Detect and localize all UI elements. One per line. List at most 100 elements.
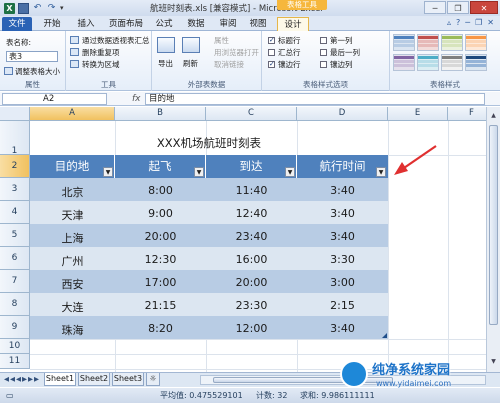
row-header-3[interactable]: 3 <box>0 178 30 201</box>
table-cell[interactable]: 20:00 <box>115 230 206 243</box>
tab-data[interactable]: 数据 <box>182 17 210 31</box>
table-cell[interactable]: 21:15 <box>115 299 206 312</box>
pivot-summary-button[interactable]: 通过数据透视表汇总 <box>82 35 150 46</box>
table-resize-handle[interactable] <box>382 333 387 338</box>
table-name-input[interactable]: 表3 <box>6 51 58 62</box>
table-cell[interactable]: 3:40 <box>297 184 388 197</box>
table-cell[interactable]: 16:00 <box>206 253 297 266</box>
properties-button[interactable]: 属性 <box>214 35 229 46</box>
table-cell[interactable]: 广州 <box>30 253 115 269</box>
filter-dropdown-icon[interactable]: ▼ <box>285 167 295 177</box>
tab-review[interactable]: 审阅 <box>214 17 242 31</box>
table-cell[interactable]: 3:00 <box>297 276 388 289</box>
row-header-4[interactable]: 4 <box>0 201 30 224</box>
sheet-tab-2[interactable]: Sheet2 <box>78 373 110 386</box>
select-all-corner[interactable] <box>0 107 30 121</box>
filter-dropdown-icon[interactable]: ▼ <box>103 167 113 177</box>
column-header-a[interactable]: A <box>30 107 115 121</box>
doc-close-icon[interactable]: ✕ <box>487 18 494 27</box>
table-style-swatch[interactable] <box>465 54 487 71</box>
table-style-swatch[interactable] <box>393 34 415 51</box>
table-cell[interactable]: 大连 <box>30 299 115 315</box>
vertical-scrollbar[interactable]: ▲ ▼ <box>486 107 500 372</box>
table-cell[interactable]: 23:30 <box>206 299 297 312</box>
export-button[interactable]: 导出 <box>158 58 173 69</box>
table-cell[interactable]: 3:30 <box>297 253 388 266</box>
undo-icon[interactable]: ↶ <box>32 3 43 14</box>
sheet-nav-arrows-icon[interactable]: ◀◀◀▶▶▶ <box>4 375 40 383</box>
minimize-button[interactable]: ─ <box>424 1 446 14</box>
table-style-swatch[interactable] <box>417 34 439 51</box>
banded-columns-checkbox[interactable] <box>320 61 327 68</box>
help-icon[interactable]: ? <box>456 18 460 27</box>
table-cell[interactable]: 11:40 <box>206 184 297 197</box>
scroll-up-icon[interactable]: ▲ <box>489 111 498 120</box>
excel-logo-icon[interactable]: X <box>4 2 15 14</box>
table-cell[interactable]: 上海 <box>30 230 115 246</box>
table-cell[interactable]: 12:40 <box>206 207 297 220</box>
redo-icon[interactable]: ↷ <box>46 3 57 14</box>
table-cell[interactable]: 8:20 <box>115 322 206 335</box>
table-style-swatch[interactable] <box>441 34 463 51</box>
table-cell[interactable]: 天津 <box>30 207 115 223</box>
unlink-button[interactable]: 取消链接 <box>214 59 244 70</box>
table-style-swatch[interactable] <box>417 54 439 71</box>
row-header-10[interactable]: 10 <box>0 339 30 354</box>
table-cell[interactable]: 20:00 <box>206 276 297 289</box>
table-header-cell[interactable]: 起飞 <box>115 155 206 178</box>
table-cell[interactable]: 3:40 <box>297 230 388 243</box>
row-header-7[interactable]: 7 <box>0 270 30 293</box>
total-row-checkbox[interactable] <box>268 49 275 56</box>
table-cell[interactable]: 12:00 <box>206 322 297 335</box>
doc-restore-icon[interactable]: ❐ <box>475 18 482 27</box>
open-in-browser-button[interactable]: 用浏览器打开 <box>214 47 259 58</box>
row-header-6[interactable]: 6 <box>0 247 30 270</box>
sheet-title[interactable]: XXX机场航班时刻表 <box>30 135 388 151</box>
banded-rows-checkbox[interactable]: ✓ <box>268 61 275 68</box>
resize-table-button[interactable]: 调整表格大小 <box>15 66 60 77</box>
name-box[interactable]: A2 <box>2 93 107 105</box>
remove-duplicates-button[interactable]: 删除重复项 <box>82 47 120 58</box>
tab-insert[interactable]: 插入 <box>72 17 100 31</box>
column-header-e[interactable]: E <box>388 107 448 121</box>
restore-button[interactable]: ❐ <box>447 1 469 14</box>
sheet-tab-1[interactable]: Sheet1 <box>44 373 76 386</box>
formula-input[interactable]: 目的地 <box>145 93 485 105</box>
refresh-button[interactable]: 刷新 <box>183 58 198 69</box>
convert-to-range-button[interactable]: 转换为区域 <box>82 59 120 70</box>
table-header-cell[interactable]: 到达 <box>206 155 297 178</box>
row-header-1[interactable]: 1 <box>0 121 30 156</box>
table-style-swatch[interactable] <box>465 34 487 51</box>
vertical-scroll-thumb[interactable] <box>489 125 498 325</box>
close-button[interactable]: ✕ <box>470 1 498 14</box>
tab-page-layout[interactable]: 页面布局 <box>104 17 148 31</box>
table-style-swatch[interactable] <box>441 54 463 71</box>
column-header-c[interactable]: C <box>206 107 297 121</box>
tab-design[interactable]: 设计 <box>277 17 309 31</box>
tab-home[interactable]: 开始 <box>38 17 66 31</box>
table-cell[interactable]: 9:00 <box>115 207 206 220</box>
last-column-checkbox[interactable] <box>320 49 327 56</box>
table-cell[interactable]: 23:40 <box>206 230 297 243</box>
table-cell[interactable]: 3:40 <box>297 207 388 220</box>
insert-function-icon[interactable]: fx <box>132 93 141 105</box>
insert-sheet-icon[interactable]: ☼ <box>146 373 160 386</box>
row-header-9[interactable]: 9 <box>0 316 30 339</box>
filter-dropdown-icon[interactable]: ▼ <box>194 167 204 177</box>
tab-file[interactable]: 文件 <box>2 17 32 31</box>
worksheet-grid[interactable]: A B C D E F 1 2 3 4 5 6 7 8 9 10 11 XXX机… <box>0 107 486 372</box>
table-cell[interactable]: 珠海 <box>30 322 115 338</box>
table-cell[interactable]: 12:30 <box>115 253 206 266</box>
table-cell[interactable]: 西安 <box>30 276 115 292</box>
tab-view[interactable]: 视图 <box>244 17 272 31</box>
table-cell[interactable]: 3:40 <box>297 322 388 335</box>
row-header-8[interactable]: 8 <box>0 293 30 316</box>
doc-minimize-icon[interactable]: ─ <box>465 18 470 27</box>
first-column-checkbox[interactable] <box>320 37 327 44</box>
table-cell[interactable]: 北京 <box>30 184 115 200</box>
tab-formulas[interactable]: 公式 <box>150 17 178 31</box>
column-header-d[interactable]: D <box>297 107 388 121</box>
save-icon[interactable] <box>18 2 29 14</box>
table-header-cell[interactable]: 航行时间 <box>297 155 388 178</box>
sheet-tab-3[interactable]: Sheet3 <box>112 373 144 386</box>
